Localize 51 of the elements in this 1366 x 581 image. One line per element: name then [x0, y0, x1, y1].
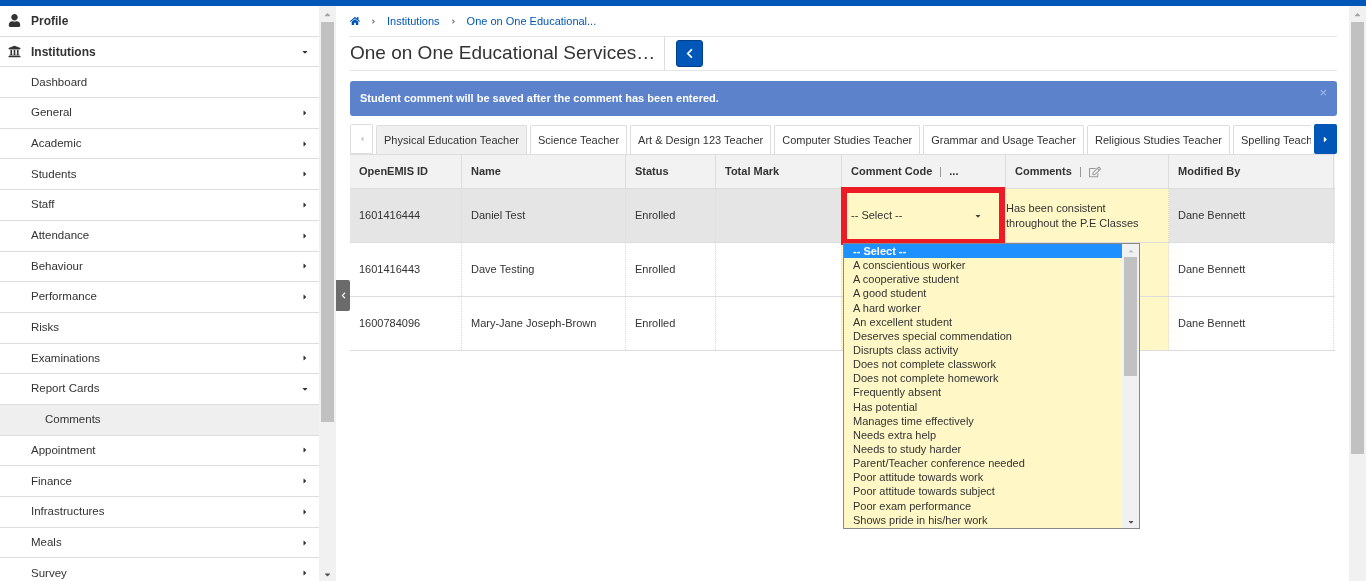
- tab[interactable]: Religious Studies Teacher: [1086, 125, 1230, 154]
- table-cell-text: Dane Bennett: [1178, 262, 1246, 278]
- dropdown-option[interactable]: Frequently absent: [844, 385, 1122, 400]
- dropdown-option[interactable]: Has potential: [844, 399, 1122, 414]
- breadcrumb-link[interactable]: One on One Educational...: [466, 12, 597, 30]
- table-cell-text: 1601416444: [359, 208, 421, 224]
- table-cell-text: Has been consistent throughout the P.E Classes: [1006, 200, 1140, 231]
- table-cell-text: Enrolled: [635, 208, 676, 224]
- column-label: Comment Code: [851, 164, 933, 180]
- dropdown-option[interactable]: A cooperative student: [844, 272, 1122, 287]
- dropdown-option[interactable]: Poor attitude towards subject: [844, 484, 1122, 499]
- table-cell-text: 1601416443: [359, 262, 421, 278]
- dropdown-option[interactable]: Poor exam performance: [844, 498, 1122, 513]
- page-title: One on One Educational Services…: [350, 36, 665, 71]
- dropdown-option[interactable]: An excellent student: [844, 314, 1122, 329]
- table-cell-text: Dave Testing: [471, 262, 535, 278]
- tab[interactable]: Spelling Teach: [1232, 125, 1311, 154]
- tab[interactable]: Computer Studies Teacher: [774, 125, 921, 154]
- dropdown-option[interactable]: Shows pride in his/her work: [844, 512, 1122, 527]
- dropdown-option[interactable]: A conscientious worker: [844, 258, 1122, 273]
- dropdown-option[interactable]: Parent/Teacher conference needed: [844, 456, 1122, 471]
- dropdown-option[interactable]: Poor attitude towards work: [844, 470, 1122, 485]
- table-cell-text: Dane Bennett: [1178, 208, 1246, 224]
- dropdown-option[interactable]: A hard worker: [844, 300, 1122, 315]
- table-cell-text: Enrolled: [635, 316, 676, 332]
- sidebar-item[interactable]: Comments: [0, 404, 319, 436]
- tab[interactable]: Art & Design 123 Teacher: [630, 125, 772, 154]
- dropdown-option[interactable]: Needs extra help: [844, 427, 1122, 442]
- table-cell-text: Enrolled: [635, 262, 676, 278]
- dropdown-option[interactable]: Needs to study harder: [844, 441, 1122, 457]
- column-label: Modified By: [1178, 164, 1241, 180]
- column-label: Name: [471, 164, 501, 180]
- column-label: Comments: [1015, 164, 1072, 180]
- table-row[interactable]: 1601416444 Daniel Test Enrolled -- Select -- Has been consistent throughout the P.E Classes Dane Bennett: [350, 189, 1335, 243]
- column-label: Status: [635, 164, 669, 180]
- column-label: Total Mark: [725, 164, 780, 180]
- tab[interactable]: Grammar and Usage Teacher: [923, 125, 1084, 154]
- dropdown-option[interactable]: Deserves special commendation: [844, 328, 1122, 343]
- table-cell-text: Dane Bennett: [1178, 316, 1246, 332]
- column-label: OpenEMIS ID: [359, 164, 429, 180]
- tab[interactable]: Physical Education Teacher: [376, 125, 527, 154]
- dropdown-option[interactable]: Manages time effectively: [844, 413, 1122, 428]
- alert-message: Student comment will be saved after the comment has been entered.: [360, 91, 719, 107]
- dropdown-option[interactable]: Does not complete homework: [844, 371, 1122, 386]
- table-cell-text: Daniel Test: [471, 208, 526, 224]
- tab[interactable]: Science Teacher: [529, 125, 628, 154]
- column-menu[interactable]: ...: [949, 163, 959, 180]
- table-cell-text: Mary-Jane Joseph-Brown: [471, 316, 597, 332]
- table-cell-text: 1600784096: [359, 316, 421, 332]
- breadcrumb-link[interactable]: Institutions: [387, 12, 440, 30]
- dropdown-option[interactable]: Does not complete classwork: [844, 357, 1122, 372]
